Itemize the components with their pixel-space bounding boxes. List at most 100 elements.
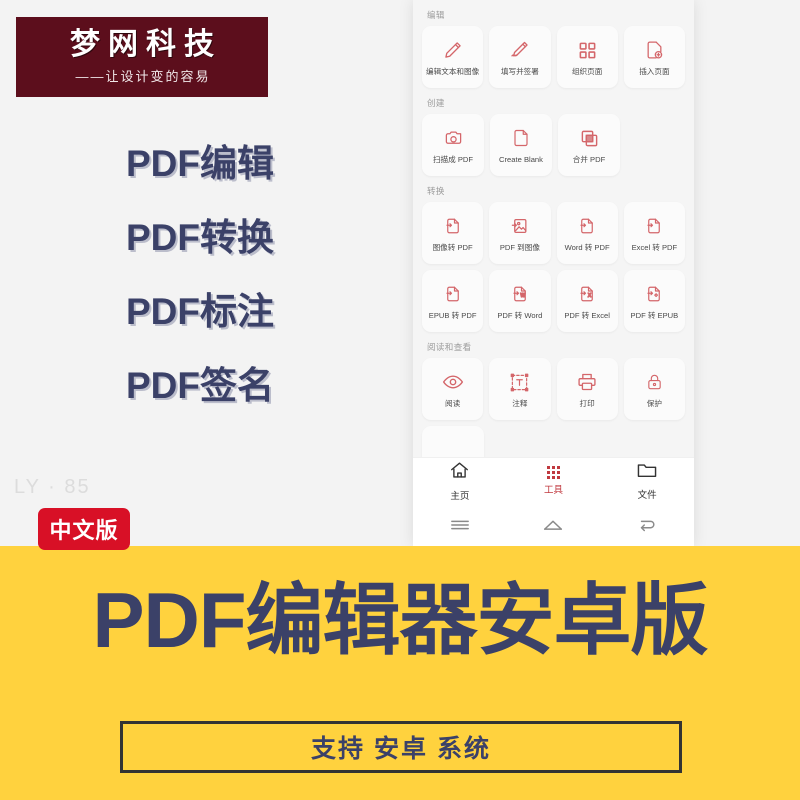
- tool-word-to-pdf[interactable]: Word 转 PDF: [556, 202, 618, 264]
- tile-row-create: 扫描成 PDF Create Blank 合并 PDF: [422, 114, 685, 176]
- home-icon: [449, 461, 470, 485]
- support-box: 支持 安卓 系统: [120, 721, 682, 773]
- tool-label: 保护: [646, 399, 662, 409]
- convert-page-icon: [444, 213, 462, 239]
- folder-icon: [636, 461, 658, 484]
- tool-organize-pages[interactable]: 组织页面: [556, 26, 618, 88]
- tool-label: 阅读: [445, 399, 461, 409]
- tool-label: Excel 转 PDF: [631, 243, 678, 253]
- android-system-nav: [413, 504, 694, 546]
- section-label-read: 阅读和查看: [427, 342, 472, 352]
- support-text: 支持 安卓 系统: [311, 735, 491, 763]
- tool-label: 注释: [512, 399, 528, 409]
- promo-line-1: PDF编辑: [126, 143, 274, 184]
- tool-label: 组织页面: [571, 67, 603, 77]
- blank-page-icon: [512, 125, 530, 151]
- camera-icon: [443, 125, 464, 151]
- sign-pen-icon: [509, 37, 530, 63]
- left-promo-column: 梦网科技 ——让设计变的容易 PDF编辑 PDF转换 PDF标注 PDF签名 L…: [0, 0, 400, 550]
- tool-label: 填写并签署: [500, 67, 539, 77]
- tab-tools[interactable]: 工具: [507, 466, 601, 496]
- tool-epub-to-pdf[interactable]: EPUB 转 PDF: [422, 270, 484, 332]
- language-badge: 中文版: [38, 508, 130, 550]
- pencil-icon: [443, 37, 463, 63]
- tool-label: Create Blank: [499, 155, 543, 165]
- tool-label: 扫描成 PDF: [432, 155, 474, 165]
- tool-label: 图像转 PDF: [432, 243, 473, 253]
- tile-row-read: 阅读 注释 打印 保护: [422, 358, 685, 420]
- text-box-icon: [510, 369, 529, 395]
- banner-title: PDF编辑器安卓版: [92, 576, 708, 664]
- tool-annotate[interactable]: 注释: [489, 358, 551, 420]
- grid-squares-icon: [578, 37, 597, 63]
- tool-pdf-to-image[interactable]: PDF 到图像: [489, 202, 551, 264]
- brand-logo: 梦网科技 ——让设计变的容易: [16, 17, 268, 97]
- tab-label: 主页: [450, 490, 470, 502]
- tool-insert-page[interactable]: 插入页面: [623, 26, 685, 88]
- convert-excel-icon: X: [578, 281, 596, 307]
- tool-pdf-to-word[interactable]: W PDF 转 Word: [489, 270, 551, 332]
- convert-word-icon: W: [511, 281, 529, 307]
- brand-tagline: ——让设计变的容易: [75, 68, 211, 84]
- tile-row-edit: 编辑文本和图像 填写并签署 组织页面 插入页面: [422, 26, 685, 88]
- tool-create-blank[interactable]: Create Blank: [490, 114, 552, 176]
- promo-line-4: PDF签名: [126, 365, 274, 406]
- phone-mockup: 编辑 编辑文本和图像 填写并签署 组织页面 插入页面 创建 扫描成 PDF Cr…: [413, 0, 694, 546]
- promo-line-3: PDF标注: [126, 291, 274, 332]
- tool-label: PDF 到图像: [499, 243, 540, 253]
- back-icon[interactable]: [629, 518, 665, 532]
- tool-edit-text-image[interactable]: 编辑文本和图像: [422, 26, 484, 88]
- convert-image-icon: [510, 213, 529, 239]
- watermark-text: LY · 85: [14, 476, 91, 498]
- section-label-edit: 编辑: [427, 10, 445, 20]
- tile-row-convert-2: EPUB 转 PDF W PDF 转 Word X PDF 转 Excel PD…: [422, 270, 685, 332]
- brand-name: 梦网科技: [70, 28, 222, 62]
- tool-scan-to-pdf[interactable]: 扫描成 PDF: [422, 114, 484, 176]
- tile-row-partial: [422, 426, 685, 457]
- home-outline-icon[interactable]: [535, 518, 571, 532]
- tool-label: 打印: [579, 399, 595, 409]
- svg-text:X: X: [588, 293, 592, 299]
- tool-label: 合并 PDF: [572, 155, 606, 165]
- section-label-create: 创建: [427, 98, 445, 108]
- tab-home[interactable]: 主页: [413, 461, 507, 502]
- tool-image-to-pdf[interactable]: 图像转 PDF: [422, 202, 484, 264]
- convert-epub-icon: [645, 281, 663, 307]
- tools-grid-icon: [547, 466, 560, 479]
- tile-row-convert-1: 图像转 PDF PDF 到图像 Word 转 PDF Excel 转 PDF: [422, 202, 685, 264]
- tool-merge-pdf[interactable]: 合并 PDF: [558, 114, 620, 176]
- merge-squares-icon: [580, 125, 599, 151]
- convert-page-icon: [444, 281, 462, 307]
- eye-icon: [442, 369, 464, 395]
- page-add-icon: [645, 37, 664, 63]
- tool-pdf-to-epub[interactable]: PDF 转 EPUB: [623, 270, 685, 332]
- tool-print[interactable]: 打印: [556, 358, 618, 420]
- menu-icon[interactable]: [442, 518, 478, 532]
- tool-fill-and-sign[interactable]: 填写并签署: [489, 26, 551, 88]
- convert-page-icon: [578, 213, 596, 239]
- tab-files[interactable]: 文件: [600, 461, 694, 501]
- tool-partial-cut-off[interactable]: [422, 426, 484, 457]
- tool-label: PDF 转 Excel: [564, 311, 610, 321]
- section-label-convert: 转换: [427, 186, 445, 196]
- tool-pdf-to-excel[interactable]: X PDF 转 Excel: [556, 270, 618, 332]
- convert-page-icon: [645, 213, 663, 239]
- promo-line-2: PDF转换: [126, 217, 274, 258]
- tool-label: Word 转 PDF: [564, 243, 610, 253]
- tab-label: 文件: [637, 490, 657, 501]
- lock-icon: [646, 369, 663, 395]
- poster-root: 梦网科技 ——让设计变的容易 PDF编辑 PDF转换 PDF标注 PDF签名 L…: [0, 0, 800, 800]
- tab-label: 工具: [544, 485, 564, 496]
- tool-label: 插入页面: [639, 67, 670, 77]
- tool-label: PDF 转 Word: [497, 311, 543, 321]
- svg-text:W: W: [520, 293, 525, 299]
- tool-label: PDF 转 EPUB: [630, 311, 679, 321]
- bottom-tabbar: 主页 工具 文件: [413, 457, 694, 504]
- tool-protect[interactable]: 保护: [623, 358, 685, 420]
- phone-screen: 编辑 编辑文本和图像 填写并签署 组织页面 插入页面 创建 扫描成 PDF Cr…: [413, 0, 694, 457]
- tool-excel-to-pdf[interactable]: Excel 转 PDF: [623, 202, 685, 264]
- printer-icon: [577, 369, 597, 395]
- tool-read[interactable]: 阅读: [422, 358, 484, 420]
- tool-label: EPUB 转 PDF: [428, 311, 477, 321]
- tool-label: 编辑文本和图像: [426, 67, 480, 77]
